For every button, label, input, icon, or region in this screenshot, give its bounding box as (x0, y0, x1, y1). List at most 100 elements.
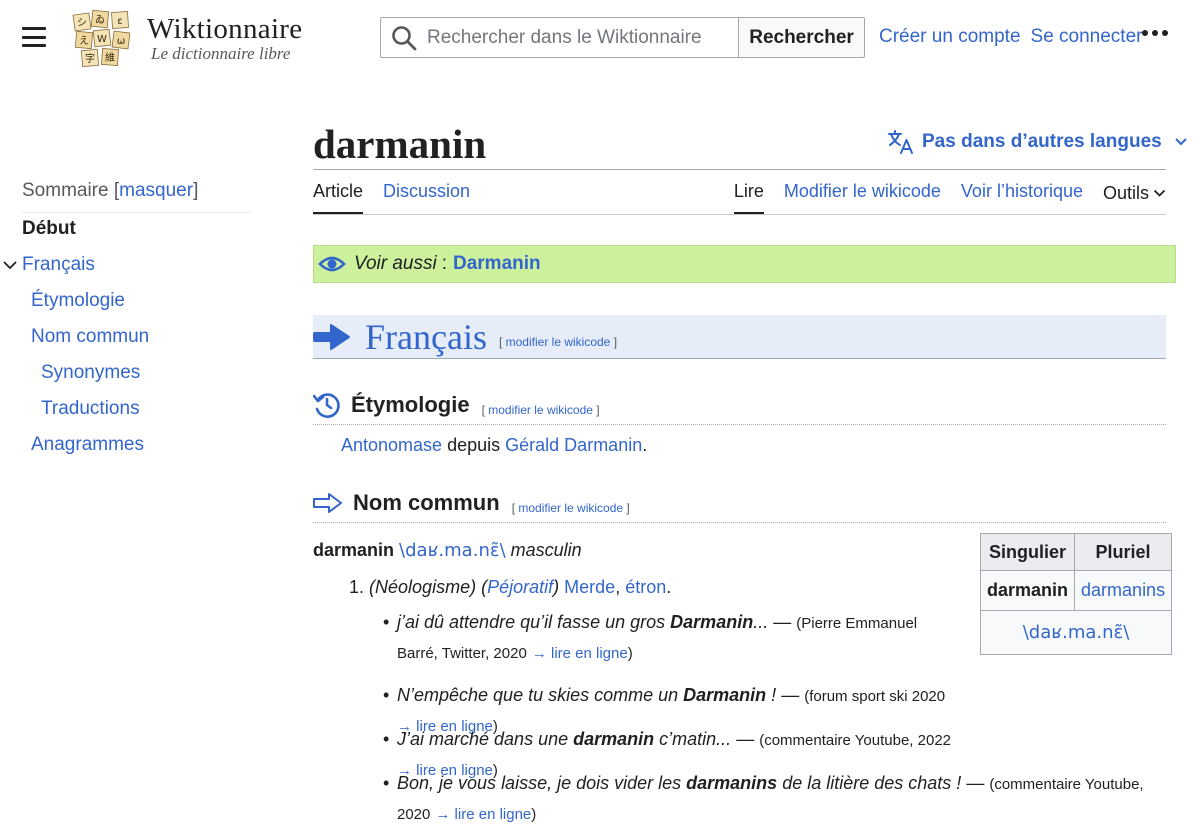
search-form: Rechercher (380, 17, 865, 58)
tab-discussion[interactable]: Discussion (383, 181, 470, 215)
site-tagline: Le dictionnaire libre (151, 44, 291, 63)
hamburger-line (22, 35, 46, 39)
search-icon (392, 25, 417, 50)
svg-text:字: 字 (85, 52, 95, 65)
tab-edit-wikicode[interactable]: Modifier le wikicode (784, 181, 941, 215)
more-options-icon[interactable] (1142, 30, 1168, 36)
language-section-header: Français [ modifier le wikicode ] (313, 315, 1166, 359)
hamburger-line (22, 27, 46, 30)
login-link[interactable]: Se connecter (1031, 26, 1143, 48)
tab-history[interactable]: Voir l’historique (961, 181, 1083, 215)
svg-text:え: え (79, 35, 89, 47)
chevron-down-icon (1174, 138, 1187, 146)
example-source: (forum sport ski 2020 (804, 688, 946, 705)
arrow-right-icon (313, 323, 350, 350)
example-text: J’ai marché dans une (397, 729, 574, 749)
search-input[interactable] (427, 26, 727, 49)
toc-collapse-icon[interactable] (2, 259, 18, 271)
read-online-link[interactable]: → lire en ligne (532, 645, 628, 662)
pronunciation-link[interactable]: \daʁ.ma.nɛ̃\ (399, 540, 506, 561)
noun-heading: Nom commun (353, 489, 500, 515)
toc-item-synonymes[interactable]: Synonymes (41, 362, 140, 384)
see-also-label: Voir aussi (354, 253, 437, 274)
toc-item-anagrammes[interactable]: Anagrammes (31, 434, 144, 456)
site-wordmark[interactable]: Wiktionnaire Le dictionnaire libre (147, 14, 302, 64)
example-text: j’ai dû attendre qu’il fasse un gros (397, 612, 671, 632)
tab-read[interactable]: Lire (733, 181, 764, 215)
user-links: Créer un compte Se connecter (879, 26, 1142, 48)
tag-pejoratif-link[interactable]: Péjoratif (487, 577, 553, 597)
example-keyword: darmanin (573, 729, 655, 749)
page-title: darmanin (313, 121, 487, 167)
example-source-close: ) (627, 645, 633, 662)
tools-menu[interactable]: Outils (1103, 181, 1166, 215)
toc-item-francais[interactable]: Français (22, 254, 95, 276)
header-singular: Singulier (979, 533, 1076, 571)
toc-title: Sommaire (22, 180, 109, 201)
edit-section-francais: [ modifier le wikicode ] (498, 334, 618, 349)
gerald-darmanin-link[interactable]: Gérald Darmanin (505, 435, 642, 455)
example-keyword: Darmanin (683, 685, 767, 705)
etymology-connector: depuis (447, 435, 501, 455)
plural-form-link[interactable]: darmanins (1081, 580, 1165, 600)
svg-text:ε: ε (117, 16, 122, 27)
edit-section-link[interactable]: modifier le wikicode (488, 403, 593, 417)
search-button[interactable]: Rechercher (738, 17, 865, 58)
edit-section-nom-commun: [ modifier le wikicode ] (511, 500, 630, 515)
toc-item-nom-commun[interactable]: Nom commun (31, 326, 149, 348)
etymology-section-header: Étymologie [ modifier le wikicode ] (313, 385, 1166, 425)
etymology-text: Antonomase depuis Gérald Darmanin. (341, 435, 647, 456)
example-text: N’empêche que tu skies comme un (397, 685, 684, 705)
example-4: Bon, je vous laisse, je dois vider les d… (383, 769, 1153, 829)
dot (1152, 30, 1158, 36)
antonomase-link[interactable]: Antonomase (341, 435, 442, 455)
tab-article[interactable]: Article (313, 181, 364, 215)
table-pronunciation-link[interactable]: \daʁ.ma.nɛ̃\ (1023, 622, 1130, 643)
toc-hide-link[interactable]: masquer (119, 180, 193, 201)
search-field[interactable] (380, 17, 738, 58)
site-title: Wiktionnaire (147, 13, 303, 45)
svg-text:W: W (97, 34, 107, 45)
languages-button[interactable]: Pas dans d’autres langues (888, 130, 1188, 154)
etron-link[interactable]: étron (625, 577, 666, 597)
svg-text:維: 維 (105, 51, 115, 64)
example-text: c’matin... (654, 729, 732, 749)
dot (1142, 30, 1148, 36)
example-source: (commentaire Youtube, 2022 (759, 732, 952, 749)
main-menu-button[interactable] (22, 27, 46, 47)
example-text: ... (753, 612, 769, 632)
see-also-link[interactable]: Darmanin (453, 253, 541, 275)
example-text: ! (766, 685, 777, 705)
headword: darmanin (313, 540, 395, 560)
read-online-link[interactable]: → lire en ligne (435, 806, 531, 823)
view-tabs: Lire Modifier le wikicode Voir l’histori… (714, 181, 1166, 215)
example-source-close: ) (531, 806, 537, 823)
edit-section-etymologie: [ modifier le wikicode ] (481, 402, 600, 417)
title-divider (313, 169, 1166, 170)
example-keyword: Darmanin (670, 612, 754, 632)
toc-header: Sommaire [masquer] (22, 180, 252, 213)
header-plural: Pluriel (1074, 533, 1173, 571)
wiktionary-logo-icon[interactable]: シゐ ε えWω 字維 (72, 8, 134, 68)
toc-item-debut[interactable]: Début (22, 218, 76, 240)
toc-item-traductions[interactable]: Traductions (41, 398, 140, 420)
edit-section-link[interactable]: modifier le wikicode (518, 501, 623, 515)
tag-neologisme: Néologisme (375, 577, 471, 597)
svg-text:ゐ: ゐ (95, 14, 105, 26)
languages-label: Pas dans d’autres langues (922, 131, 1162, 152)
merde-link[interactable]: Merde (564, 577, 615, 597)
hamburger-line (22, 44, 46, 47)
eye-icon (318, 256, 346, 272)
create-account-link[interactable]: Créer un compte (879, 26, 1021, 48)
example-1: j’ai dû attendre qu’il fasse un gros Dar… (383, 608, 958, 668)
headword-line: darmanin \daʁ.ma.nɛ̃\ masculin (313, 540, 582, 561)
svg-text:シ: シ (77, 18, 87, 29)
example-text: de la litière des chats ! (777, 773, 962, 793)
gender: masculin (510, 540, 582, 560)
edit-section-link[interactable]: modifier le wikicode (506, 335, 611, 349)
outline-arrow-icon (313, 492, 342, 513)
dot (1162, 30, 1168, 36)
namespace-tabs: Article Discussion (313, 181, 490, 215)
toc-item-etymologie[interactable]: Étymologie (31, 290, 125, 312)
translate-icon (888, 130, 913, 154)
